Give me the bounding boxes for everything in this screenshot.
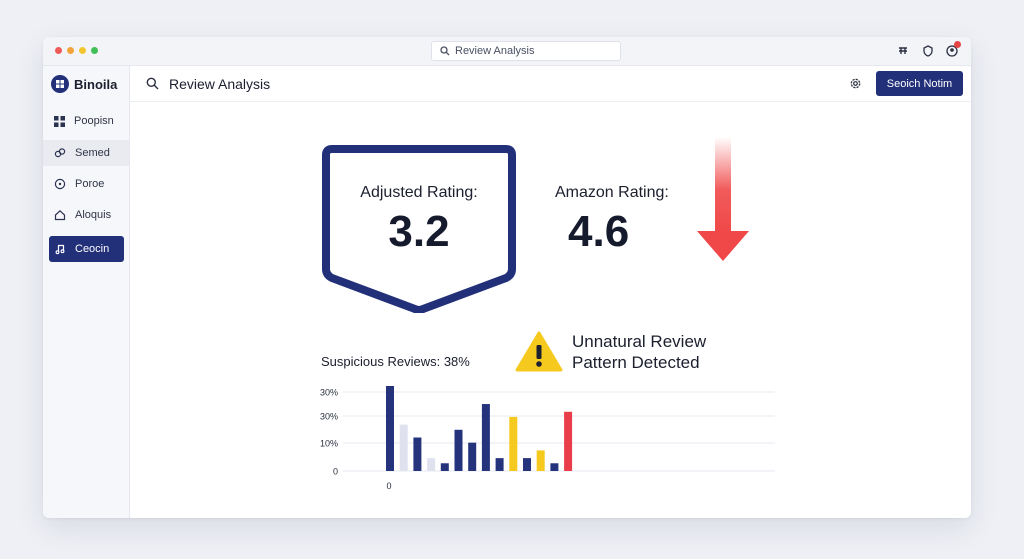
extensions-icon[interactable] <box>896 44 910 58</box>
chart-bar <box>550 463 559 471</box>
zoom-window-button[interactable] <box>79 47 86 54</box>
sidebar-item-label: Semed <box>75 147 110 159</box>
warning-message: Unnatural Review Pattern Detected <box>572 331 772 373</box>
amazon-rating-title: Amazon Rating: <box>555 184 669 201</box>
brand-name: Binoila <box>74 76 118 92</box>
search-input[interactable]: Review Analysis <box>138 70 718 97</box>
chart-x-tick-label: 0 <box>386 481 391 491</box>
warning-line-1: Unnatural Review <box>572 332 707 351</box>
gear-icon[interactable] <box>848 76 863 91</box>
sidebar-item-poopisn[interactable]: Poopisn <box>49 108 124 134</box>
arrow-down-icon <box>697 137 749 261</box>
sidebar-item-poroe[interactable]: Poroe <box>49 171 124 197</box>
chart-y-tick-label: 30% <box>320 388 338 398</box>
address-bar-text: Review Analysis <box>455 45 535 57</box>
suspicious-reviews-label: Suspicious Reviews: 38% <box>321 354 470 369</box>
search-input-text: Review Analysis <box>169 75 271 92</box>
warning-line-2: Pattern Detected <box>572 353 700 372</box>
notification-badge <box>954 41 961 48</box>
circle-icon <box>54 178 66 190</box>
sidebar-item-label: Aloquis <box>75 209 112 221</box>
chart-bar <box>386 386 394 471</box>
chart-bar <box>440 463 449 471</box>
sidebar-item-aloquis[interactable]: Aloquis <box>49 202 124 228</box>
chart-bar <box>481 404 490 471</box>
top-bar: Review Analysis Seoich Notim <box>130 66 971 102</box>
chart-bar <box>523 458 531 471</box>
shield-check-icon[interactable] <box>921 44 935 58</box>
chart-bar <box>454 429 463 471</box>
warning-icon <box>515 331 563 372</box>
home-icon <box>54 209 66 221</box>
chart-bar <box>399 424 408 471</box>
brand[interactable]: Binoila <box>51 75 117 93</box>
chart-y-tick-label: 10% <box>320 439 338 449</box>
sidebar-item-label: Poopisn <box>74 115 114 127</box>
search-icon <box>440 46 450 56</box>
amazon-rating-value: 4.6 <box>568 207 630 256</box>
chart-bar <box>564 411 573 471</box>
chart-bar <box>413 437 422 471</box>
minimize-window-button[interactable] <box>67 47 74 54</box>
chart-y-tick-label: 30% <box>320 412 338 422</box>
adjusted-rating-value: 3.2 <box>388 207 450 256</box>
suspicious-reviews-chart: 30% 30% 10% 0 0 <box>320 386 775 491</box>
adjusted-rating-title: Adjusted Rating: <box>360 184 478 201</box>
sidebar: Binoila Poopisn Semed Poroe Aloquis Ceoc… <box>43 66 130 518</box>
link-icon <box>54 148 66 158</box>
sidebar-item-semed[interactable]: Semed <box>43 140 129 166</box>
sidebar-item-label: Ceocin <box>75 243 110 255</box>
chart-bar <box>509 416 518 471</box>
grid-icon <box>54 115 65 127</box>
chart-bar <box>427 458 436 471</box>
chart-bar <box>468 442 477 471</box>
music-note-icon <box>55 244 65 255</box>
chart-bar <box>536 450 545 471</box>
chart-y-tick-label: 0 <box>333 467 338 477</box>
search-icon <box>146 77 159 90</box>
chart-bar <box>495 458 504 471</box>
close-window-button[interactable] <box>55 47 62 54</box>
address-bar[interactable]: Review Analysis <box>431 41 621 61</box>
brand-logo-icon <box>51 75 69 93</box>
search-button[interactable]: Seoich Notim <box>876 71 963 96</box>
app-window: Review Analysis Binoila Poopisn Semed Po… <box>43 37 971 518</box>
fullscreen-window-button[interactable] <box>91 47 98 54</box>
sidebar-item-ceocin[interactable]: Ceocin <box>49 236 124 262</box>
browser-titlebar: Review Analysis <box>43 37 971 66</box>
sidebar-item-label: Poroe <box>75 178 105 190</box>
